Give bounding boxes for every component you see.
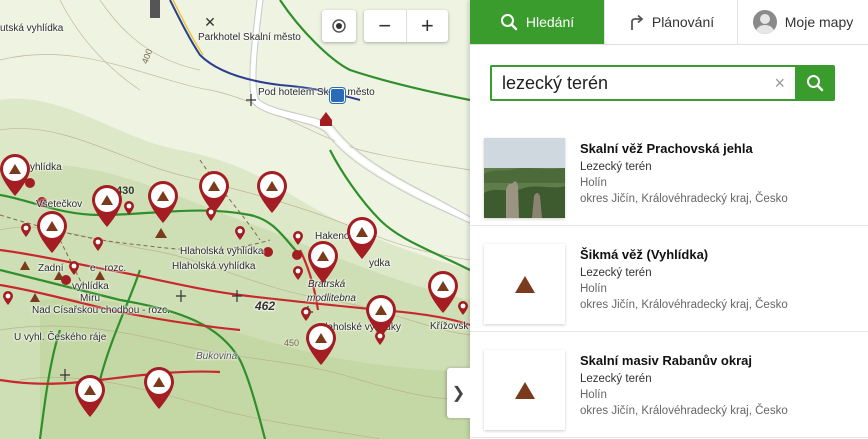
tab-planning-label: Plánování bbox=[651, 14, 715, 30]
small-map-pin[interactable] bbox=[300, 306, 312, 322]
climbing-icon bbox=[484, 244, 565, 324]
result-locality: Holín bbox=[580, 389, 607, 401]
road-number-462: 462 bbox=[255, 299, 276, 313]
map-label-krizovsk[interactable]: Křížovsk bbox=[430, 322, 468, 332]
result-photo bbox=[484, 138, 565, 218]
map-label-modlitebna[interactable]: modlitebna bbox=[307, 294, 356, 304]
climbing-pin[interactable] bbox=[90, 184, 124, 228]
result-region: okres Jičín, Královéhradecký kraj, Česko bbox=[580, 193, 788, 205]
map-label-vyhlidka-small[interactable]: vyhlídka bbox=[72, 282, 109, 292]
zoom-controls: − + bbox=[364, 10, 448, 42]
result-category: Lezecký terén bbox=[580, 267, 652, 279]
result-item[interactable]: Skalní věž Prachovská jehla Lezecký teré… bbox=[470, 120, 868, 226]
small-map-pin[interactable] bbox=[123, 200, 135, 216]
result-title: Skalní věž Prachovská jehla bbox=[580, 141, 753, 156]
map-label-vyhlidka-left[interactable]: yhlídka bbox=[30, 163, 62, 173]
collapse-panel-button[interactable]: ❯ bbox=[447, 368, 470, 418]
climbing-pin[interactable] bbox=[306, 240, 340, 284]
clear-search-button[interactable]: × bbox=[774, 74, 785, 92]
tab-planning[interactable]: Plánování bbox=[605, 0, 738, 44]
search-results: Skalní věž Prachovská jehla Lezecký teré… bbox=[470, 120, 868, 438]
search-icon bbox=[500, 14, 518, 31]
map-label-ceskeho[interactable]: U vyhl. Českého ráje bbox=[14, 333, 106, 343]
map-label-parkhotel[interactable]: Parkhotel Skalní město bbox=[198, 33, 301, 43]
small-map-pin[interactable] bbox=[292, 230, 304, 246]
restaurant-icon[interactable]: ✕ bbox=[202, 14, 218, 30]
avatar bbox=[752, 10, 777, 34]
climbing-pin[interactable] bbox=[0, 153, 32, 197]
search-icon bbox=[807, 75, 824, 92]
map-label-cisarska[interactable]: Nad Císařskou chodbou - rozc. bbox=[32, 306, 170, 316]
map-label-vyhlidka-top[interactable]: utská vyhlídka bbox=[0, 24, 63, 34]
small-map-pin[interactable] bbox=[2, 290, 14, 306]
result-region: okres Jičín, Královéhradecký kraj, Česko bbox=[580, 299, 788, 311]
side-panel: Hledání Plánování Moje mapy × bbox=[470, 0, 868, 439]
small-map-pin[interactable] bbox=[292, 265, 304, 281]
map-label-zadni[interactable]: Zadní bbox=[38, 264, 64, 274]
result-title: Skalní masiv Rabanův okraj bbox=[580, 353, 752, 368]
tab-my-maps-label: Moje mapy bbox=[784, 14, 854, 30]
map-label-vsetecko[interactable]: Všetečkov bbox=[36, 200, 82, 210]
climbing-pin[interactable] bbox=[146, 180, 180, 224]
small-map-pin[interactable] bbox=[205, 206, 217, 222]
search-box: × bbox=[490, 65, 795, 101]
climbing-pin[interactable] bbox=[345, 216, 379, 260]
small-map-pin[interactable] bbox=[457, 300, 469, 316]
map-base-layer bbox=[0, 0, 470, 439]
small-map-pin[interactable] bbox=[68, 260, 80, 276]
search-input[interactable] bbox=[502, 72, 762, 94]
locate-icon bbox=[332, 19, 346, 33]
climbing-pin[interactable] bbox=[142, 366, 176, 410]
map-label-hlahol-2[interactable]: Hlaholská vyhlídka bbox=[172, 262, 255, 272]
bus-stop-icon[interactable] bbox=[330, 88, 345, 103]
result-locality: Holín bbox=[580, 283, 607, 295]
result-region: okres Jičín, Královéhradecký kraj, Česko bbox=[580, 405, 788, 417]
result-item[interactable]: Šikmá věž (Vyhlídka) Lezecký terén Holín… bbox=[470, 226, 868, 332]
tab-search[interactable]: Hledání bbox=[470, 0, 605, 44]
climbing-pin[interactable] bbox=[255, 170, 289, 214]
climbing-icon bbox=[484, 350, 565, 430]
map-label-pod-hotelem[interactable]: Pod hotelem Skalní město bbox=[258, 88, 375, 98]
result-category: Lezecký terén bbox=[580, 161, 652, 173]
small-map-pin[interactable] bbox=[234, 225, 246, 241]
climbing-pin[interactable] bbox=[73, 374, 107, 418]
zoom-out-button[interactable]: − bbox=[364, 10, 407, 42]
panel-tabs: Hledání Plánování Moje mapy bbox=[470, 0, 868, 45]
tab-my-maps[interactable]: Moje mapy bbox=[738, 0, 868, 44]
search-submit-button[interactable] bbox=[795, 65, 835, 101]
climbing-pin[interactable] bbox=[426, 270, 460, 314]
map-label-miru[interactable]: Míru bbox=[80, 294, 100, 304]
search-bar: × bbox=[490, 65, 835, 101]
result-item[interactable]: Skalní masiv Rabanův okraj Lezecký terén… bbox=[470, 332, 868, 438]
locate-button[interactable] bbox=[322, 10, 356, 42]
map-label-hlahol-1[interactable]: Hlaholská vyhlídka bbox=[180, 247, 263, 257]
result-title: Šikmá věž (Vyhlídka) bbox=[580, 247, 709, 262]
result-category: Lezecký terén bbox=[580, 373, 652, 385]
zoom-in-button[interactable]: + bbox=[407, 10, 449, 42]
map-label-vyhlidka-mid[interactable]: ydka bbox=[369, 259, 390, 269]
climbing-pin[interactable] bbox=[304, 322, 338, 366]
map-label-rozc[interactable]: e - rozc. bbox=[90, 264, 126, 274]
climbing-pin[interactable] bbox=[35, 210, 69, 254]
small-map-pin[interactable] bbox=[374, 330, 386, 346]
route-icon bbox=[630, 14, 644, 30]
tab-search-label: Hledání bbox=[525, 14, 575, 30]
map-canvas[interactable]: Parkhotel Skalní město Pod hotelem Skaln… bbox=[0, 0, 470, 439]
small-map-pin[interactable] bbox=[20, 222, 32, 238]
map-label-bukovina: Bukovina bbox=[196, 351, 238, 362]
result-locality: Holín bbox=[580, 177, 607, 189]
contour-label-450: 450 bbox=[284, 338, 300, 348]
small-map-pin[interactable] bbox=[92, 236, 104, 252]
